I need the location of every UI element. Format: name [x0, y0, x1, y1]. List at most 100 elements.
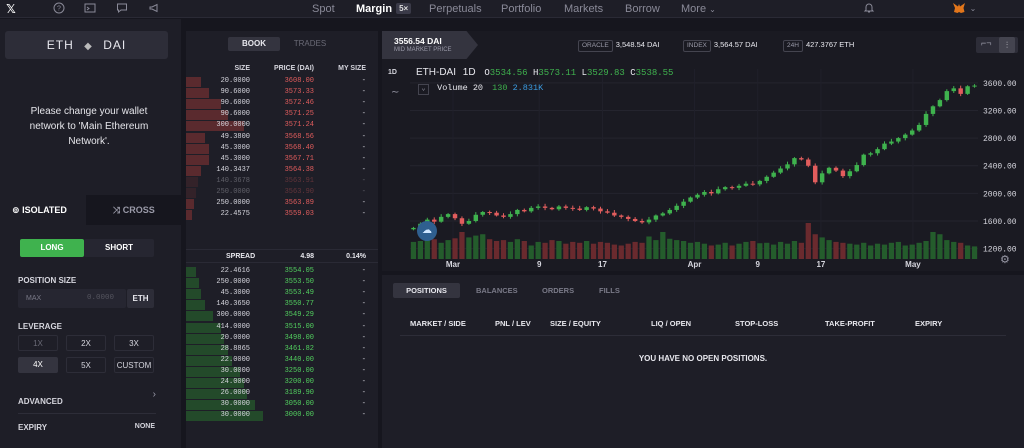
candle-body	[930, 106, 936, 114]
bid-row[interactable]: 30.0000 3050.00 -	[186, 399, 378, 411]
line-tool-icon[interactable]: ∼	[391, 87, 399, 98]
nav-perpetuals[interactable]: Perpetuals	[429, 0, 482, 18]
isolated-icon: ⊚	[12, 205, 20, 215]
tab-trades[interactable]: TRADES	[284, 37, 336, 51]
leverage-3x-button[interactable]: 3X	[114, 335, 154, 351]
leverage-2x-button[interactable]: 2X	[66, 335, 106, 351]
cross-icon: ⤨	[113, 205, 121, 215]
chart-settings-icon[interactable]: ⚙	[1000, 253, 1010, 266]
leverage-5x-button[interactable]: 5X	[66, 357, 106, 373]
leverage-1x-button[interactable]: 1X	[18, 335, 58, 351]
my-size: -	[361, 322, 366, 331]
my-size: -	[361, 389, 366, 398]
volume-bar	[632, 241, 638, 259]
ask-row[interactable]: 300.0000 3571.24 -	[186, 120, 378, 132]
bid-row[interactable]: 26.0000 3189.90 -	[186, 388, 378, 400]
bid-row[interactable]: 22.4616 3554.05 -	[186, 266, 378, 277]
candlestick-chart[interactable]: 3600.00 3200.00 2800.00 2400.00 2000.00 1600.…	[382, 67, 1024, 271]
spread-label: SPREAD	[226, 253, 256, 260]
short-button[interactable]: SHORT	[84, 239, 154, 257]
ask-row[interactable]: 49.3800 3568.56 -	[186, 132, 378, 143]
ask-row[interactable]: 90.6000 3572.46 -	[186, 98, 378, 110]
bid-row[interactable]: 45.3000 3553.49 -	[186, 288, 378, 300]
megaphone-icon[interactable]	[147, 2, 161, 16]
candles-icon[interactable]: ⫶	[999, 37, 1015, 53]
position-size-input[interactable]: MAX 0.0000	[18, 289, 126, 308]
candle-body	[494, 212, 499, 216]
advanced-toggle[interactable]: ADVANCED ›	[18, 389, 156, 406]
ask-row[interactable]: 90.6000 3573.33 -	[186, 87, 378, 99]
col-my-size: MY SIZE	[338, 65, 366, 72]
tab-isolated[interactable]: ⊚ ISOLATED	[0, 195, 86, 225]
volume-bar	[410, 241, 417, 259]
bid-row[interactable]: 30.0000 3000.00 -	[186, 410, 378, 422]
bid-row[interactable]: 300.0000 3549.29 -	[186, 310, 378, 322]
leverage-4x-button[interactable]: 4X	[18, 357, 58, 373]
interval-button[interactable]: 1D	[388, 69, 397, 76]
volume-bar	[826, 240, 832, 259]
nav-margin[interactable]: Margin 5×	[356, 0, 412, 18]
long-button[interactable]: LONG	[20, 239, 84, 257]
ask-row[interactable]: 250.0000 3563.90 -	[186, 187, 378, 198]
bell-icon[interactable]	[862, 2, 876, 16]
bid-row[interactable]: 20.0000 3498.00 -	[186, 333, 378, 344]
ethereum-icon: ◆	[84, 41, 93, 52]
tab-cross[interactable]: ⤨ CROSS	[86, 195, 181, 225]
ask-row[interactable]: 250.0000 3563.89 -	[186, 198, 378, 210]
mid-price-label: MID MARKET PRICE	[394, 47, 452, 53]
ask-row[interactable]: 140.3437 3564.38 -	[186, 165, 378, 176]
chat-icon[interactable]	[115, 2, 129, 16]
candle-body	[487, 212, 492, 214]
bid-row[interactable]: 28.8865 3461.82 -	[186, 344, 378, 355]
dydx-logo-icon[interactable]: 𝕏	[4, 2, 18, 16]
chevron-down-icon[interactable]: ⌄	[966, 2, 980, 16]
ask-row[interactable]: 90.6000 3571.25 -	[186, 109, 378, 121]
order-size: 22.4575	[220, 210, 250, 219]
tab-fills[interactable]: FILLS	[599, 283, 620, 298]
nav-more[interactable]: More ⌄	[681, 0, 716, 18]
order-size: 20.0000	[220, 333, 250, 342]
max-button[interactable]: MAX	[26, 289, 41, 308]
nav-markets[interactable]: Markets	[564, 0, 603, 18]
depth-chart-icon[interactable]: ⌐¬	[981, 38, 992, 48]
ask-row[interactable]: 45.3000 3567.71 -	[186, 154, 378, 165]
my-size: -	[361, 165, 366, 174]
tab-orders[interactable]: ORDERS	[542, 283, 574, 298]
ohlc-readout: O3534.56 H3573.11 L3529.83 C3538.55	[484, 68, 674, 78]
depth-bar	[186, 188, 196, 198]
tab-positions[interactable]: POSITIONS	[393, 283, 460, 298]
terminal-icon[interactable]	[83, 2, 97, 16]
ask-row[interactable]: 22.4575 3559.03 -	[186, 209, 378, 221]
market-selector[interactable]: ETH ◆ DAI	[5, 31, 168, 59]
ask-row[interactable]: 20.0000 3608.00 -	[186, 76, 378, 87]
ohlc-low: 3529.83	[587, 68, 625, 78]
volume-bar	[791, 241, 798, 259]
order-price: 3200.00	[284, 378, 314, 386]
volume-bar	[964, 245, 971, 259]
bid-row[interactable]: 250.0000 3553.50 -	[186, 277, 378, 289]
size-unit-toggle[interactable]: ETH	[127, 289, 154, 308]
nav-borrow[interactable]: Borrow	[625, 0, 660, 18]
ask-row[interactable]: 45.3000 3568.40 -	[186, 143, 378, 154]
collapse-icon[interactable]: ⌄	[418, 84, 429, 95]
tradingview-logo-icon[interactable]: ☁	[417, 221, 437, 241]
candle-body	[667, 209, 672, 214]
ask-row[interactable]: 140.3678 3563.91 -	[186, 176, 378, 187]
bid-row[interactable]: 414.0000 3515.00 -	[186, 322, 378, 333]
expiry-value[interactable]: NONE	[135, 423, 155, 430]
candle-body	[632, 218, 638, 221]
bid-row[interactable]: 140.3650 3550.77 -	[186, 299, 378, 311]
tab-balances[interactable]: BALANCES	[476, 283, 518, 298]
nav-spot[interactable]: Spot	[312, 0, 335, 18]
order-size: 90.6000	[220, 88, 250, 97]
bid-row[interactable]: 30.0000 3250.00 -	[186, 366, 378, 377]
nav-portfolio[interactable]: Portfolio	[501, 0, 541, 18]
bid-row[interactable]: 24.0000 3200.00 -	[186, 377, 378, 388]
leverage-custom-button[interactable]: CUSTOM	[114, 357, 154, 373]
help-icon[interactable]: ?	[52, 2, 66, 16]
order-size: 45.3000	[220, 143, 250, 152]
chevron-right-icon: ›	[152, 389, 156, 400]
bid-row[interactable]: 22.0000 3440.00 -	[186, 355, 378, 366]
chart-type-toggle[interactable]: ⌐¬ ⫶	[976, 37, 1018, 53]
tab-book[interactable]: BOOK	[228, 37, 280, 51]
